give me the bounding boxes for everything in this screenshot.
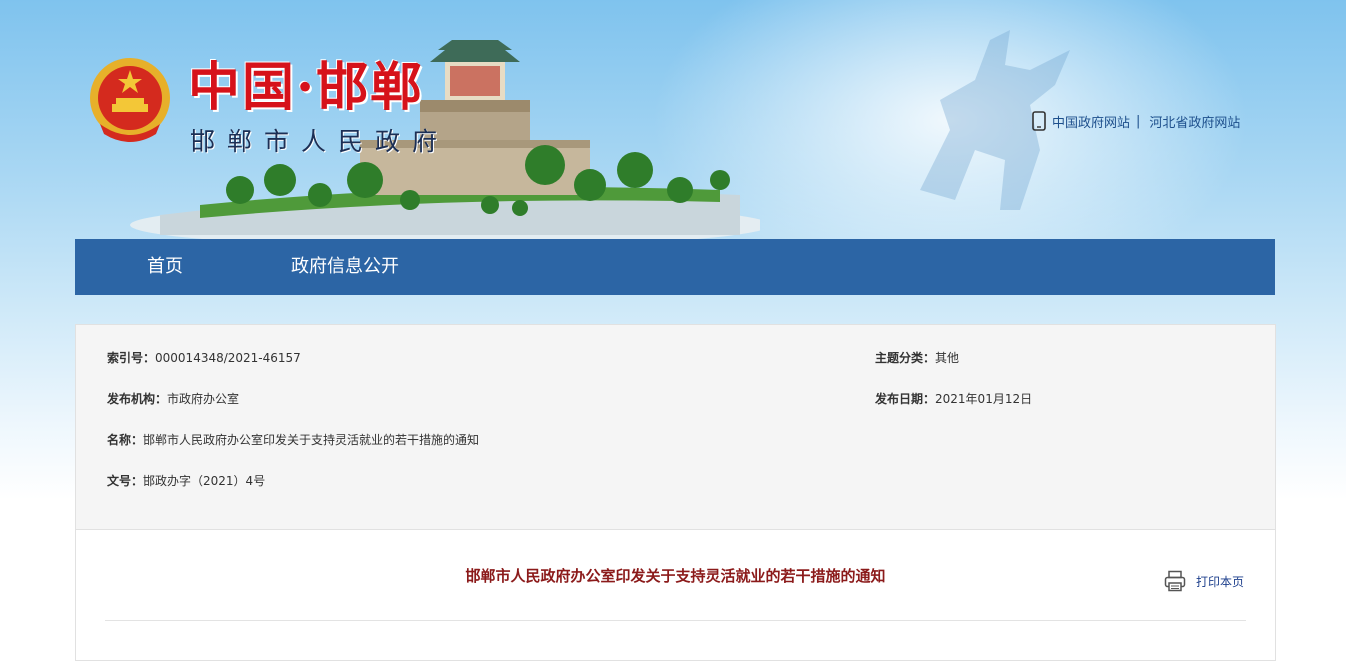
main-nav: 首页 政府信息公开 bbox=[75, 239, 1275, 295]
meta-publisher-value: 市政府办公室 bbox=[167, 392, 240, 406]
nav-item-gov-info[interactable]: 政府信息公开 bbox=[291, 239, 399, 295]
meta-category-label: 主题分类： bbox=[875, 351, 936, 365]
meta-doc-no-label: 文号： bbox=[107, 474, 144, 488]
meta-name-label: 名称： bbox=[107, 433, 144, 447]
meta-doc-no: 文号：邯政办字（2021）4号 bbox=[107, 472, 265, 489]
meta-index-no-value: 000014348/2021-46157 bbox=[155, 351, 301, 365]
document-meta-panel: 索引号：000014348/2021-46157 主题分类：其他 发布机构：市政… bbox=[75, 324, 1276, 529]
meta-index-no-label: 索引号： bbox=[107, 351, 156, 365]
article-divider bbox=[105, 620, 1246, 621]
meta-publisher-label: 发布机构： bbox=[107, 392, 168, 406]
print-icon bbox=[1164, 570, 1186, 592]
meta-publisher: 发布机构：市政府办公室 bbox=[107, 390, 239, 407]
meta-category: 主题分类：其他 bbox=[875, 349, 959, 366]
meta-doc-no-value: 邯政办字（2021）4号 bbox=[143, 474, 266, 488]
meta-index-no: 索引号：000014348/2021-46157 bbox=[107, 349, 301, 366]
link-hebei-gov[interactable]: 河北省政府网站 bbox=[1149, 112, 1240, 131]
nav-item-home[interactable]: 首页 bbox=[147, 239, 183, 295]
top-links: 中国政府网站 | 河北省政府网站 bbox=[1032, 110, 1240, 132]
article-title: 邯郸市人民政府办公室印发关于支持灵活就业的若干措施的通知 bbox=[465, 567, 886, 585]
meta-name: 名称：邯郸市人民政府办公室印发关于支持灵活就业的若干措施的通知 bbox=[107, 431, 479, 448]
print-button[interactable]: 打印本页 bbox=[1164, 570, 1244, 592]
site-subtitle: 邯郸市人民政府 bbox=[190, 127, 450, 156]
print-label: 打印本页 bbox=[1196, 574, 1245, 589]
meta-category-value: 其他 bbox=[935, 351, 960, 365]
link-separator: | bbox=[1136, 113, 1141, 129]
article-panel: 邯郸市人民政府办公室印发关于支持灵活就业的若干措施的通知 打印本页 bbox=[75, 529, 1276, 661]
site-title: 中国·邯郸 bbox=[188, 57, 425, 118]
link-china-gov[interactable]: 中国政府网站 bbox=[1052, 112, 1130, 131]
meta-publish-date: 发布日期：2021年01月12日 bbox=[875, 390, 1032, 407]
phone-icon bbox=[1032, 111, 1046, 131]
meta-name-value: 邯郸市人民政府办公室印发关于支持灵活就业的若干措施的通知 bbox=[143, 433, 480, 447]
national-emblem-icon bbox=[90, 58, 170, 142]
meta-publish-date-label: 发布日期： bbox=[875, 392, 936, 406]
meta-publish-date-value: 2021年01月12日 bbox=[935, 392, 1033, 406]
